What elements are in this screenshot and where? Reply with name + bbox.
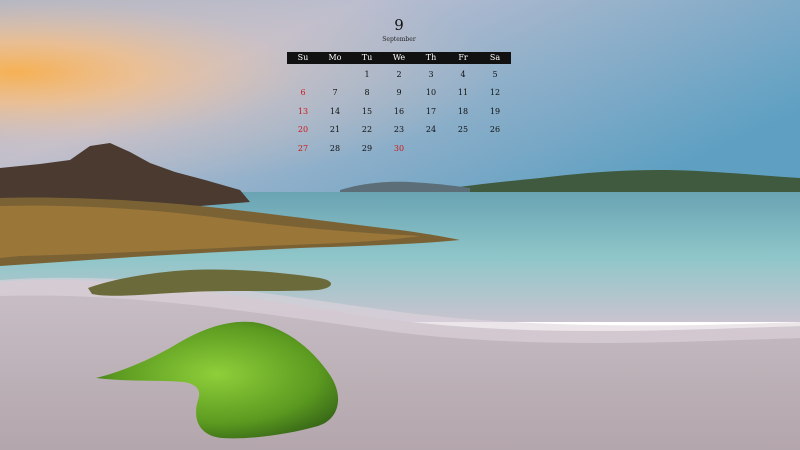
calendar-day: 4	[460, 69, 466, 79]
calendar-day: 14	[329, 106, 341, 116]
calendar-day: 1	[364, 69, 370, 79]
calendar-day: 16	[393, 106, 405, 116]
calendar-day: 12	[489, 88, 501, 98]
calendar-week: 27 28 29 30	[287, 139, 511, 158]
calendar-day: 23	[393, 125, 405, 135]
weekday-label: Tu	[361, 53, 373, 62]
calendar-week: 6 7 8 9 10 11 12	[287, 84, 511, 103]
calendar-day: 22	[361, 125, 373, 135]
calendar-day: 29	[361, 143, 373, 153]
calendar-day: 26	[489, 125, 501, 135]
calendar-day: 9	[396, 88, 402, 98]
calendar-day: 28	[329, 143, 341, 153]
weekday-label: Mo	[328, 53, 342, 62]
weekday-label: We	[392, 53, 406, 62]
calendar-day: 25	[457, 125, 469, 135]
calendar-day: 6	[300, 88, 306, 98]
weekday-header: Su Mo Tu We Th Fr Sa	[287, 52, 511, 64]
calendar-day: 30	[393, 143, 405, 153]
calendar-day: 18	[457, 106, 469, 116]
calendar-day: 11	[457, 88, 469, 98]
weekday-label: Th	[425, 53, 437, 62]
calendar-day: 5	[492, 69, 498, 79]
calendar-week: 20 21 22 23 24 25 26	[287, 121, 511, 140]
month-name: September	[382, 36, 416, 43]
calendar-day: 15	[361, 106, 373, 116]
calendar-day: 27	[297, 143, 309, 153]
calendar-day: 21	[329, 125, 341, 135]
calendar-day: 3	[428, 69, 434, 79]
calendar-day: 2	[396, 69, 402, 79]
calendar-week: 13 14 15 16 17 18 19	[287, 102, 511, 121]
calendar-day: 10	[425, 88, 437, 98]
weekday-label: Fr	[458, 53, 468, 62]
calendar-week: 1 2 3 4 5	[287, 65, 511, 84]
weekday-label: Su	[297, 53, 309, 62]
calendar-day: 13	[297, 106, 309, 116]
calendar: 9 September Su Mo Tu We Th Fr Sa 1 2 3 4…	[287, 16, 511, 158]
calendar-day: 24	[425, 125, 437, 135]
calendar-day: 17	[425, 106, 437, 116]
calendar-grid: 1 2 3 4 5 6 7 8 9 10 11 12 13 14 15 16 1…	[287, 65, 511, 158]
calendar-day: 19	[489, 106, 501, 116]
weekday-label: Sa	[489, 53, 501, 62]
calendar-day: 8	[364, 88, 370, 98]
month-number: 9	[394, 16, 404, 34]
calendar-day: 7	[332, 88, 338, 98]
calendar-day: 20	[297, 125, 309, 135]
